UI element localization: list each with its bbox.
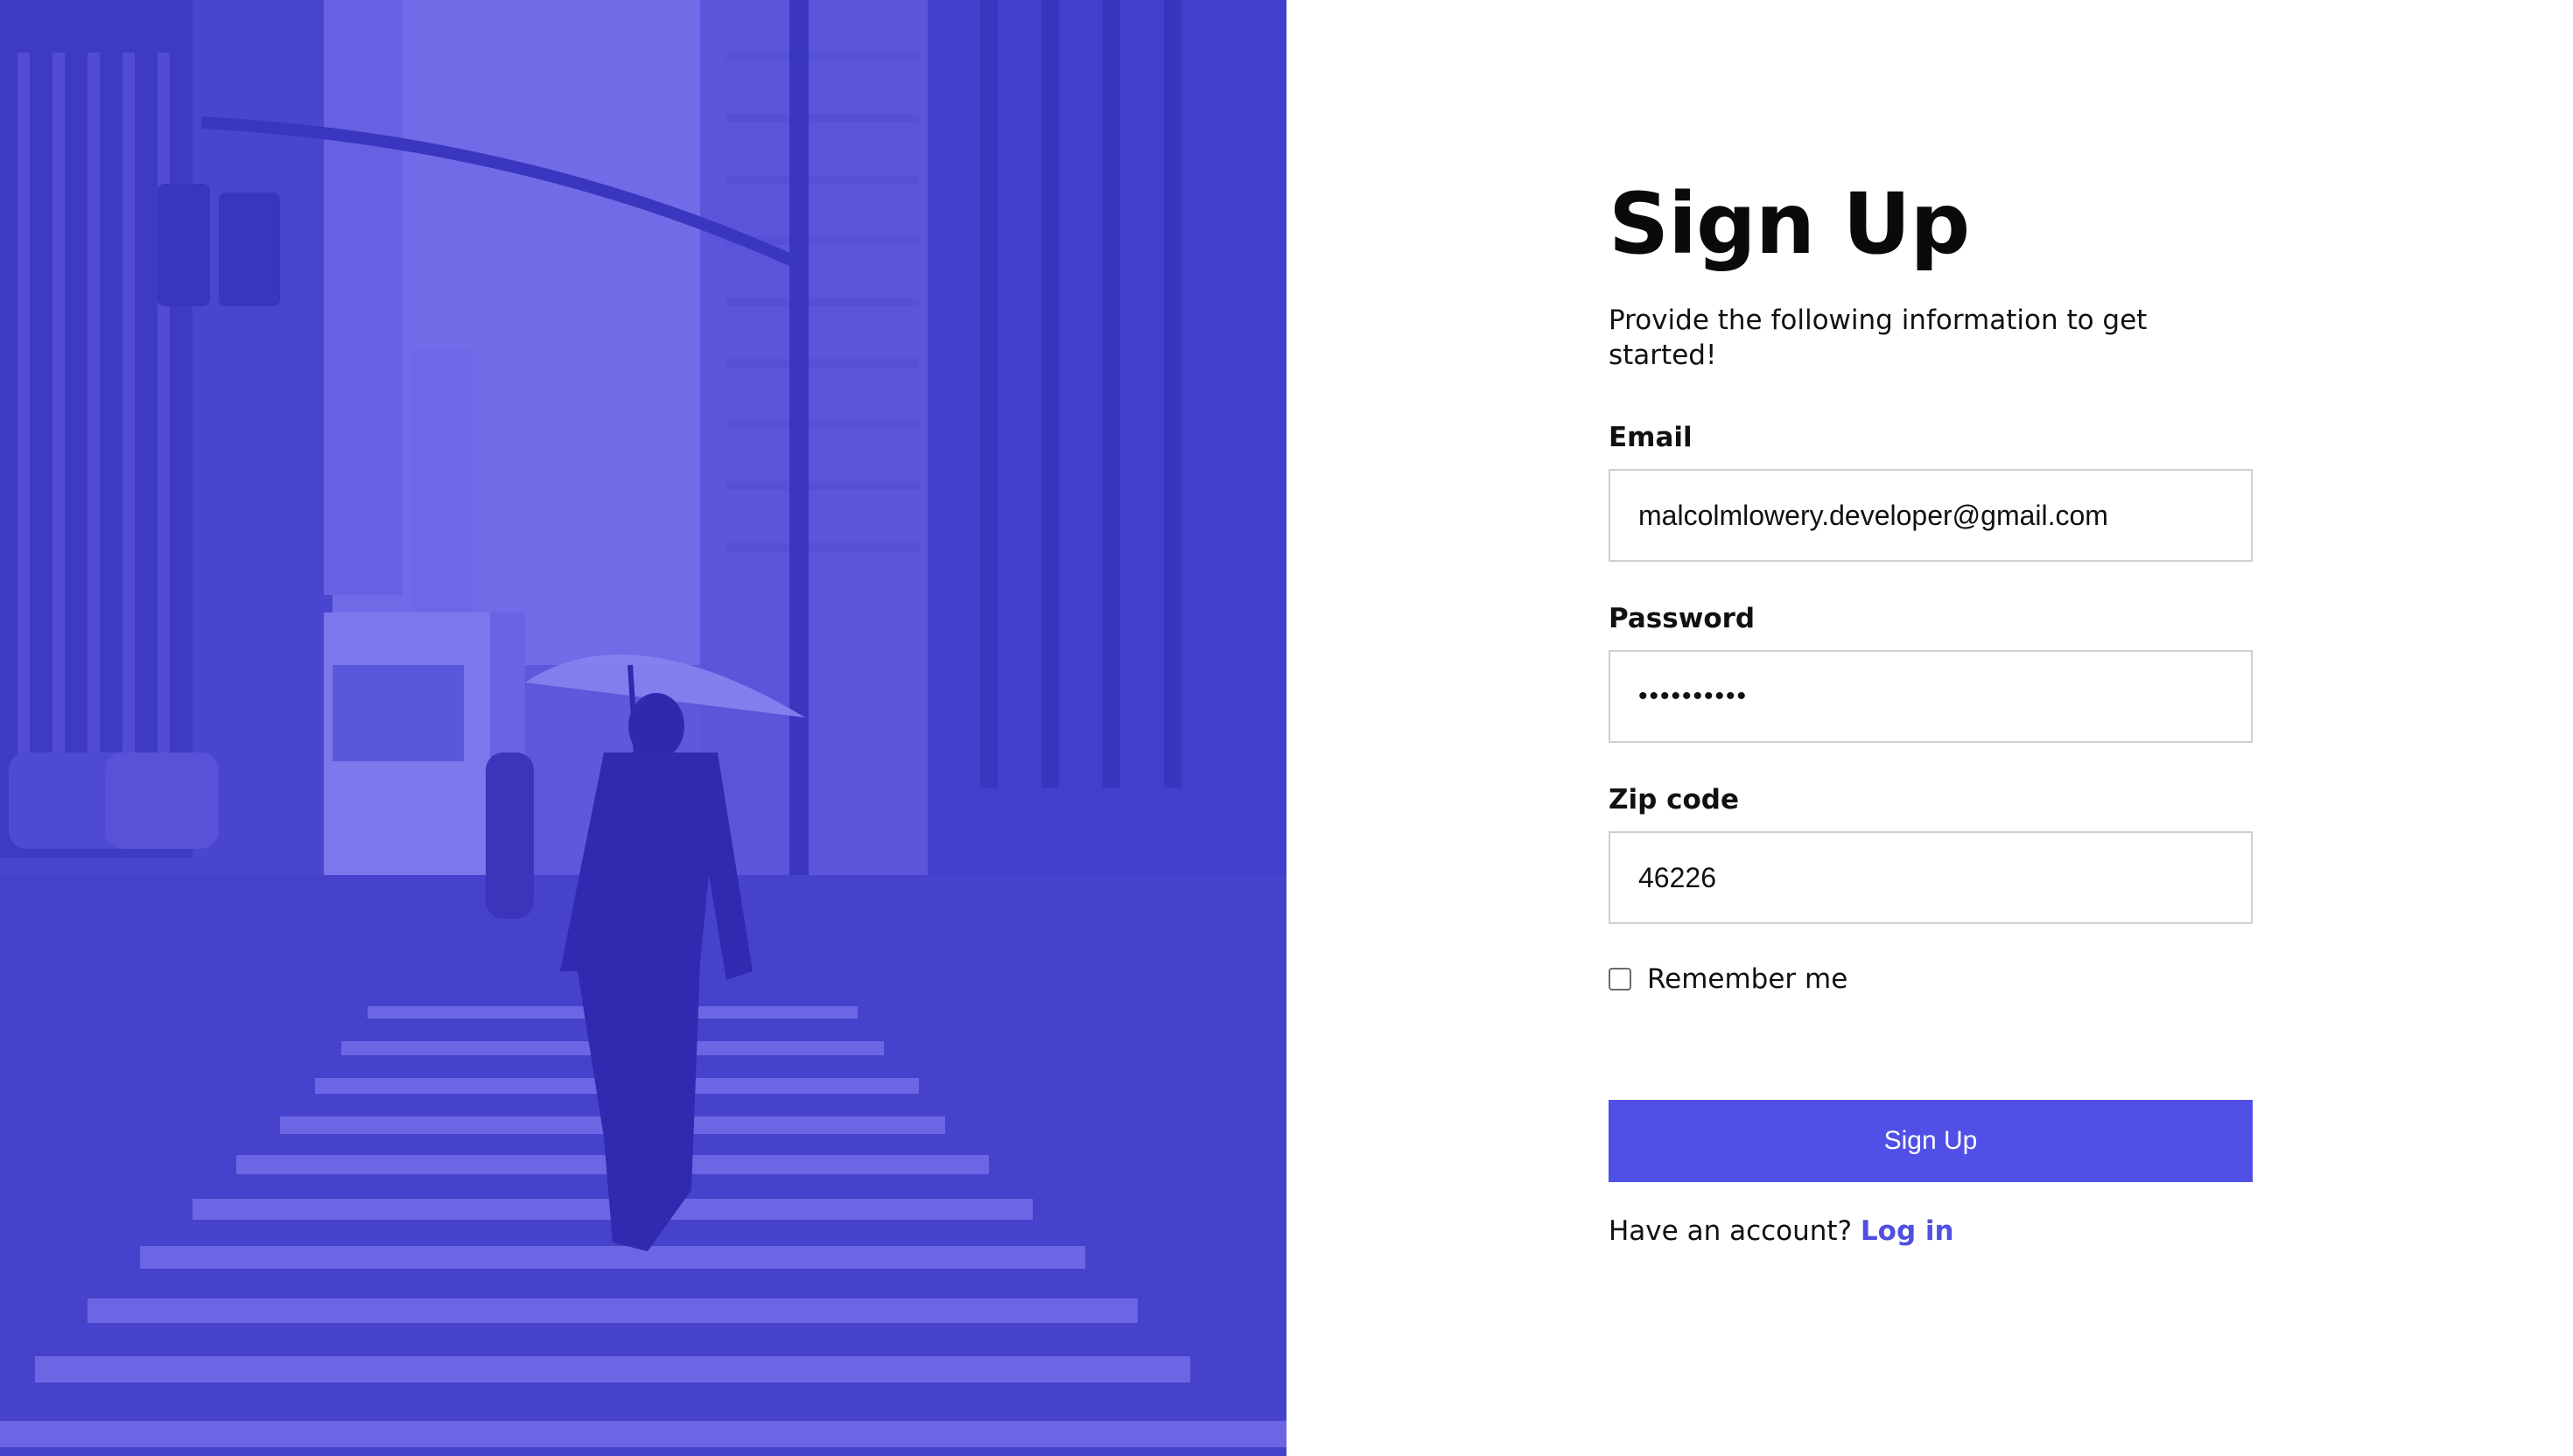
hero-image [0, 0, 1286, 1456]
remember-me-row: Remember me [1609, 963, 1847, 995]
login-prompt-text: Have an account? [1609, 1215, 1853, 1247]
email-label: Email [1609, 422, 1693, 453]
page-subtitle: Provide the following information to get… [1609, 304, 2148, 371]
password-label: Password [1609, 603, 1756, 634]
form-panel: Sign Up Provide the following informatio… [1286, 0, 2573, 1456]
login-prompt: Have an account? Log in [1609, 1215, 1954, 1247]
password-field-group: Password [1609, 601, 2253, 743]
sign-up-button[interactable]: Sign Up [1609, 1100, 2253, 1182]
log-in-link[interactable]: Log in [1861, 1215, 1954, 1247]
email-field-group: Email [1609, 420, 2253, 562]
signup-form: Sign Up Provide the following informatio… [1609, 172, 2253, 1247]
password-field[interactable] [1609, 650, 2253, 743]
zip-label: Zip code [1609, 784, 1739, 816]
remember-me-label: Remember me [1647, 963, 1848, 995]
page-title: Sign Up [1609, 175, 1970, 273]
remember-me-checkbox[interactable] [1609, 968, 1631, 990]
signup-page: Sign Up Provide the following informatio… [0, 0, 2573, 1456]
zip-field-group: Zip code [1609, 782, 2253, 924]
city-street-photo-icon [0, 0, 1286, 1456]
email-field[interactable] [1609, 469, 2253, 562]
zip-field[interactable] [1609, 831, 2253, 924]
